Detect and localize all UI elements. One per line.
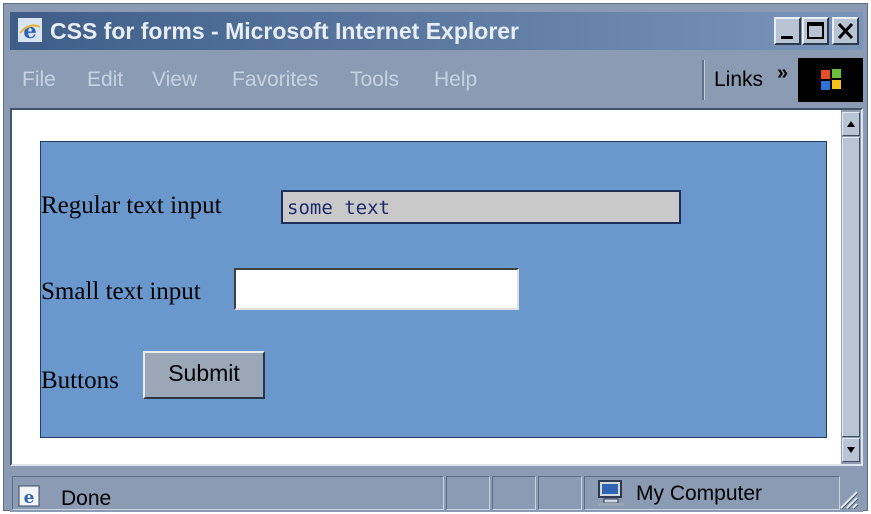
vertical-scrollbar[interactable] <box>841 110 861 464</box>
menu-tools[interactable]: Tools <box>350 68 399 92</box>
ie-page-icon: e <box>18 485 40 507</box>
status-pane-main: e Done <box>12 476 444 510</box>
windows-logo <box>798 58 863 102</box>
status-pane-2 <box>492 476 536 510</box>
arrow-up-icon <box>847 121 855 127</box>
links-chevron-icon[interactable]: » <box>777 62 788 85</box>
page-content: Regular text input some text Small text … <box>12 110 841 464</box>
links-toolbar-label[interactable]: Links <box>714 68 763 92</box>
resize-grip-icon[interactable] <box>835 486 859 510</box>
menu-edit[interactable]: Edit <box>87 68 123 92</box>
page-viewport: Regular text input some text Small text … <box>10 108 863 466</box>
close-icon <box>837 22 854 40</box>
title-bar[interactable]: e CSS for forms - Microsoft Internet Exp… <box>10 12 863 50</box>
menu-help[interactable]: Help <box>434 68 477 92</box>
status-pane-1 <box>446 476 490 510</box>
menu-file[interactable]: File <box>22 68 56 92</box>
status-text: Done <box>61 487 112 510</box>
arrow-down-icon <box>847 447 855 453</box>
submit-button[interactable]: Submit <box>143 351 265 399</box>
menu-bar: File Edit View Favorites Tools Help Link… <box>10 58 863 102</box>
windows-flag-icon <box>821 69 841 90</box>
regular-input-label: Regular text input <box>41 192 222 219</box>
scroll-down-button[interactable] <box>842 438 860 462</box>
scroll-thumb[interactable] <box>842 137 860 437</box>
maximize-icon <box>807 22 824 39</box>
small-input-label: Small text input <box>41 278 201 305</box>
maximize-button[interactable] <box>802 17 829 45</box>
scroll-up-button[interactable] <box>842 112 860 136</box>
my-computer-icon <box>598 480 624 506</box>
close-button[interactable] <box>832 17 859 45</box>
regular-text-input[interactable]: some text <box>281 190 681 224</box>
minimize-button[interactable] <box>774 17 801 45</box>
menu-view[interactable]: View <box>152 68 197 92</box>
svg-text:e: e <box>23 18 36 42</box>
status-bar: e Done My Computer <box>10 472 863 512</box>
form-panel: Regular text input some text Small text … <box>40 141 827 438</box>
browser-window: e CSS for forms - Microsoft Internet Exp… <box>3 3 868 512</box>
minimize-icon <box>781 36 793 39</box>
small-text-input[interactable] <box>234 268 519 310</box>
status-pane-3 <box>538 476 582 510</box>
buttons-label: Buttons <box>41 367 119 394</box>
toolbar-separator <box>702 60 705 100</box>
security-zone-text: My Computer <box>636 482 763 505</box>
ie-app-icon[interactable]: e <box>18 18 42 42</box>
svg-text:e: e <box>24 488 35 507</box>
menu-favorites[interactable]: Favorites <box>232 68 318 92</box>
window-title: CSS for forms - Microsoft Internet Explo… <box>50 18 520 44</box>
